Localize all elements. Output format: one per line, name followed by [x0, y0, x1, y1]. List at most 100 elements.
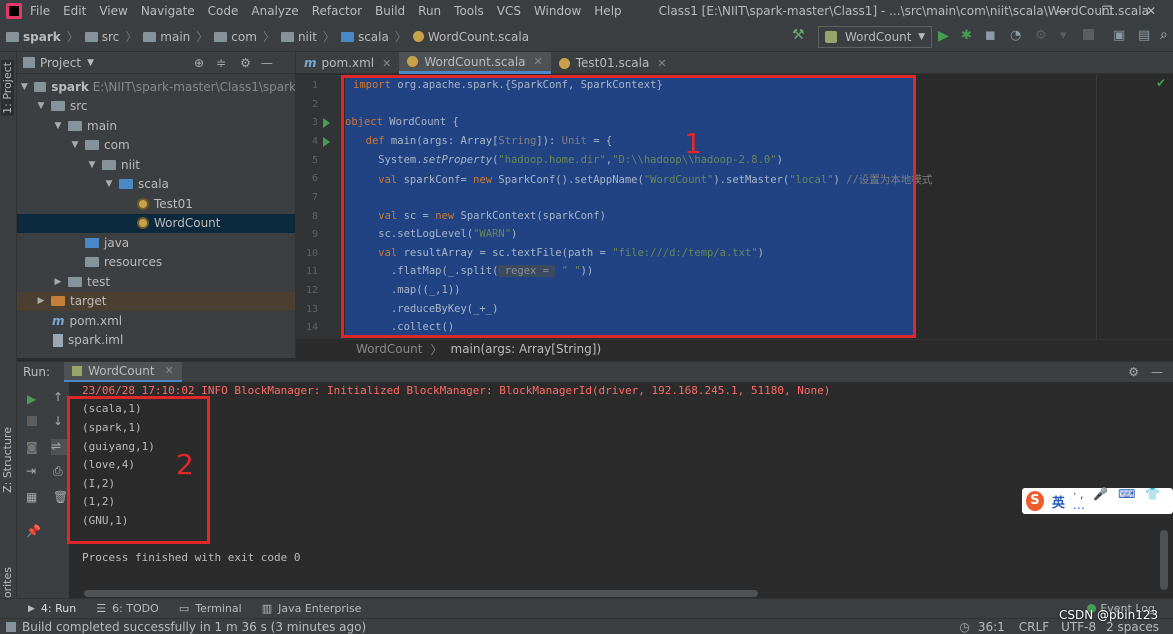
- layout-icon[interactable]: ▦: [26, 490, 38, 504]
- soft-wrap-icon[interactable]: ⇌: [51, 439, 67, 455]
- tree-item-test[interactable]: ▶ test: [17, 272, 295, 292]
- close-tab-icon[interactable]: ✕: [657, 57, 666, 70]
- stop-icon[interactable]: [27, 416, 37, 426]
- sdk-icon[interactable]: ▤: [1138, 28, 1152, 43]
- coverage-icon[interactable]: ◼: [985, 28, 999, 43]
- menu-analyze[interactable]: Analyze: [251, 4, 298, 18]
- tree-item-java[interactable]: java: [17, 233, 295, 253]
- gear-icon[interactable]: ⚙: [1128, 365, 1139, 379]
- breadcrumb-spark[interactable]: spark 〉: [6, 28, 79, 45]
- ime-toolbar[interactable]: S 英 ·, 🎤 ⌨ 👕 ⋯: [1022, 487, 1173, 515]
- line-number: 13: [305, 304, 318, 315]
- menu-tools[interactable]: Tools: [454, 4, 484, 18]
- menu-navigate[interactable]: Navigate: [141, 4, 195, 18]
- breadcrumb-main[interactable]: main 〉: [143, 28, 208, 45]
- tab-terminal[interactable]: ▭ Terminal: [179, 602, 242, 615]
- ime-tools[interactable]: ·, 🎤 ⌨ 👕 ⋯: [1073, 487, 1173, 515]
- hammer-build-icon[interactable]: ⚒: [792, 27, 806, 43]
- run-toolbar: ▶ ↑ ↓ ◙ ⇌ ⇥ ⎙ ▦ 🗑 📌: [17, 382, 69, 598]
- project-structure-icon[interactable]: ▣: [1113, 28, 1127, 43]
- crumb-method[interactable]: main(args: Array[String]): [451, 342, 602, 356]
- project-view-select[interactable]: Project: [40, 56, 81, 70]
- profile-icon[interactable]: ◔: [1010, 28, 1024, 43]
- tree-item-main[interactable]: ▼ main: [17, 116, 295, 136]
- hide-icon[interactable]: —: [261, 56, 273, 70]
- project-tool-tab[interactable]: 1: Project: [1, 60, 14, 116]
- menu-refactor[interactable]: Refactor: [312, 4, 362, 18]
- close-tab-icon[interactable]: ✕: [382, 57, 391, 70]
- folder-icon: [280, 31, 294, 42]
- breadcrumb-com[interactable]: com 〉: [214, 28, 275, 45]
- restore-button[interactable]: ❐: [1085, 0, 1129, 22]
- tab-wordcount[interactable]: WordCount.scala ✕: [399, 52, 551, 74]
- breadcrumb-scala[interactable]: scala 〉: [340, 28, 407, 45]
- tree-item-src[interactable]: ▼ src: [17, 97, 295, 117]
- caret-position[interactable]: 36:1: [978, 620, 1005, 634]
- tree-item-target[interactable]: ▶ target: [17, 291, 295, 311]
- tree-item-resources[interactable]: resources: [17, 253, 295, 273]
- tree-item-pom[interactable]: m pom.xml: [17, 311, 295, 331]
- menu-run[interactable]: Run: [418, 4, 441, 18]
- tree-item-spark-iml[interactable]: spark.iml: [17, 331, 295, 351]
- tab-label: Terminal: [195, 602, 242, 615]
- run-icon[interactable]: ▶: [938, 28, 952, 44]
- print-icon[interactable]: ⎙: [53, 464, 65, 478]
- menu-edit[interactable]: Edit: [63, 4, 86, 18]
- tree-item-com[interactable]: ▼ com: [17, 136, 295, 156]
- menu-help[interactable]: Help: [594, 4, 621, 18]
- menu-file[interactable]: File: [30, 4, 50, 18]
- breadcrumb-src[interactable]: src 〉: [84, 28, 137, 45]
- collapse-all-icon[interactable]: ≑: [216, 56, 226, 70]
- pin-icon[interactable]: 📌: [26, 524, 41, 538]
- menu-build[interactable]: Build: [375, 4, 405, 18]
- console-scrollbar[interactable]: [1160, 530, 1168, 590]
- gear-icon[interactable]: ⚙: [240, 56, 251, 70]
- menu-vcs[interactable]: VCS: [497, 4, 521, 18]
- close-tab-icon[interactable]: ✕: [534, 55, 543, 68]
- menu-window[interactable]: Window: [534, 4, 581, 18]
- ime-language[interactable]: 英: [1052, 492, 1065, 511]
- console-h-scrollbar[interactable]: [84, 590, 758, 597]
- tree-item-scala[interactable]: ▼ scala: [17, 175, 295, 195]
- close-button[interactable]: ✕: [1129, 0, 1173, 22]
- attach-icon[interactable]: ⚙: [1035, 28, 1049, 43]
- run-tab-wordcount[interactable]: WordCount ✕: [64, 361, 182, 383]
- toggle-tool-windows-icon[interactable]: [6, 621, 16, 632]
- run-configuration-select[interactable]: WordCount ▼: [818, 26, 932, 48]
- run-gutter-icon[interactable]: [323, 137, 330, 147]
- trash-icon[interactable]: 🗑: [53, 490, 68, 504]
- breadcrumb-niit[interactable]: niit 〉: [280, 28, 335, 45]
- dropdown-arrow-icon[interactable]: ▼: [87, 58, 94, 68]
- debug-icon[interactable]: ✱: [961, 28, 975, 43]
- camera-icon[interactable]: ◙: [26, 440, 38, 454]
- more-run-icon[interactable]: ▾: [1060, 28, 1074, 43]
- tab-pom[interactable]: m pom.xml ✕: [296, 52, 399, 74]
- tree-item-wordcount[interactable]: WordCount: [17, 213, 295, 233]
- menu-code[interactable]: Code: [208, 4, 239, 18]
- rerun-icon[interactable]: ▶: [27, 392, 39, 406]
- up-arrow-icon[interactable]: ↑: [53, 390, 65, 404]
- stop-icon[interactable]: [1083, 29, 1094, 40]
- exit-icon[interactable]: ⇥: [26, 464, 38, 478]
- tab-run[interactable]: ▶ 4: Run: [28, 602, 76, 615]
- minimize-button[interactable]: —: [1041, 0, 1085, 22]
- line-separator[interactable]: CRLF: [1019, 620, 1049, 634]
- tree-item-niit[interactable]: ▼ niit: [17, 155, 295, 175]
- tab-test01[interactable]: Test01.scala ✕: [551, 52, 675, 74]
- tab-todo[interactable]: ☰ 6: TODO: [96, 602, 159, 615]
- hide-icon[interactable]: —: [1151, 365, 1163, 379]
- run-gutter-icon[interactable]: [323, 118, 330, 128]
- run-icon: ▶: [28, 603, 35, 614]
- crumb-object[interactable]: WordCount: [356, 342, 422, 356]
- console-output[interactable]: [69, 382, 1159, 598]
- tree-item-test01[interactable]: Test01: [17, 194, 295, 214]
- search-icon[interactable]: ⌕: [1160, 27, 1173, 43]
- locate-icon[interactable]: ⊕: [194, 56, 204, 70]
- tree-item-spark[interactable]: ▼ spark E:\NIIT\spark-master\Class1\spark: [17, 77, 295, 97]
- down-arrow-icon[interactable]: ↓: [53, 414, 65, 428]
- structure-tool-tab[interactable]: Z: Structure: [1, 427, 14, 493]
- breadcrumb-wordcount[interactable]: WordCount.scala: [412, 30, 529, 44]
- menu-view[interactable]: View: [99, 4, 127, 18]
- tab-java-enterprise[interactable]: ▥ Java Enterprise: [262, 602, 362, 615]
- close-tab-icon[interactable]: ✕: [165, 364, 174, 377]
